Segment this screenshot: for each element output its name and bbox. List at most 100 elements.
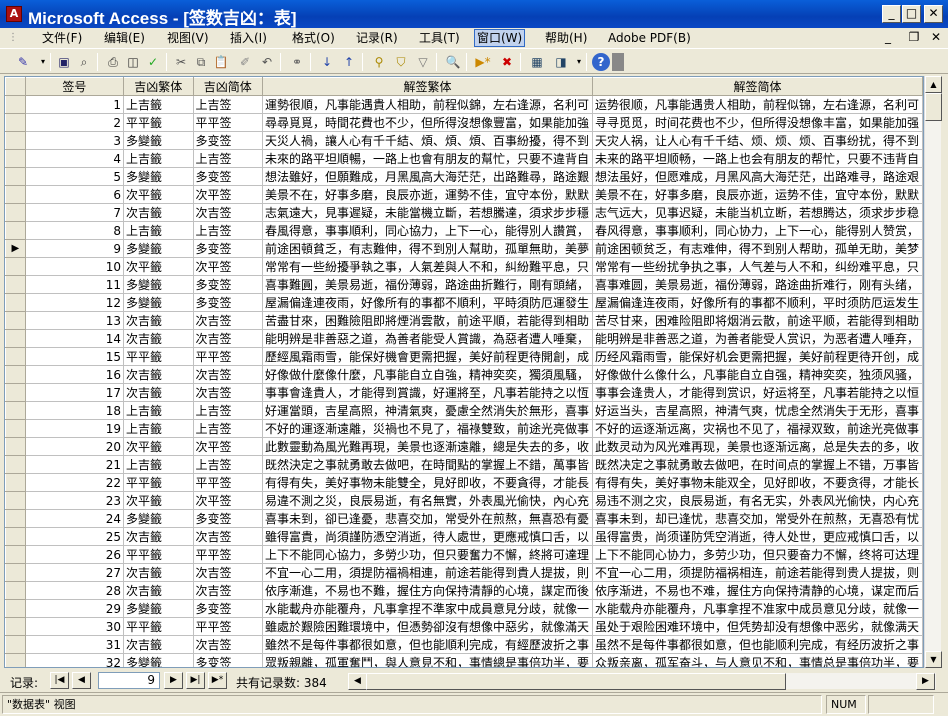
cell-fortune-simplified[interactable]: 上吉签 [193, 419, 264, 438]
cell-interpretation-traditional[interactable]: 想法雖好，但願難成，月黑風高大海茫茫，出路難尋，路途艱 [262, 167, 593, 186]
menu-edit[interactable]: 编辑(E) [102, 29, 147, 47]
current-record-field[interactable]: 9 [98, 672, 160, 689]
cell-number[interactable]: 26 [25, 545, 125, 564]
vertical-scrollbar[interactable]: ▲ ▼ [924, 76, 942, 668]
cell-fortune-simplified[interactable]: 平平签 [193, 473, 264, 492]
cell-fortune-simplified[interactable]: 多变签 [193, 293, 264, 312]
menu-adobe-pdf[interactable]: Adobe PDF(B) [606, 29, 693, 47]
cell-fortune-simplified[interactable]: 上吉签 [193, 221, 264, 240]
table-row[interactable]: 27 次吉籤 次吉签 不宜一心二用，須提防福禍相連，前途若能得到貴人提拔，則 不宜一心二… [5, 563, 923, 582]
cell-number[interactable]: 4 [25, 149, 125, 168]
cell-fortune-simplified[interactable]: 上吉签 [193, 455, 264, 474]
undo-icon[interactable]: ↶ [258, 53, 276, 71]
cell-interpretation-traditional[interactable]: 春風得意，事事順利，同心協力，上下一心，能得別人讚賞， [262, 221, 593, 240]
row-selector[interactable] [5, 599, 26, 618]
table-row[interactable]: 4 上吉籤 上吉签 未來的路平坦順暢，一路上也會有朋友的幫忙，只要不違背自 未来的路平坦… [5, 149, 923, 168]
cell-interpretation-simplified[interactable]: 上下不能同心协力，多劳少功，但只要奋力不懈，终将可达理 [592, 545, 923, 564]
row-selector[interactable] [5, 617, 26, 636]
cell-fortune-traditional[interactable]: 次吉籤 [123, 635, 194, 654]
cell-interpretation-simplified[interactable]: 能明辨是非善恶之道，为善者能受人赏识，为恶者遭人唾弃， [592, 329, 923, 348]
cell-number[interactable]: 12 [25, 293, 125, 312]
cell-interpretation-simplified[interactable]: 众叛亲离，孤军奋斗，与人意见不和，事情总是事倍功半，要 [592, 653, 923, 667]
cell-interpretation-traditional[interactable]: 常常有一些紛擾爭執之事，人氣差與人不和，糾紛難平息，只 [262, 257, 593, 276]
cell-number[interactable]: 27 [25, 563, 125, 582]
cell-number[interactable]: 28 [25, 581, 125, 600]
cell-number[interactable]: 16 [25, 365, 125, 384]
cell-fortune-traditional[interactable]: 次平籤 [123, 257, 194, 276]
filter-selection-icon[interactable]: ⚲ [370, 53, 388, 71]
row-selector[interactable] [5, 545, 26, 564]
table-row[interactable]: 26 平平籤 平平签 上下不能同心協力，多勞少功，但只要奮力不懈，終將可達理 上下不能同… [5, 545, 923, 564]
table-row[interactable]: 23 次平籤 次平签 易違不測之災，良辰易逝，有名無實，外表風光偷快，內心充 易违不测之… [5, 491, 923, 510]
cell-number[interactable]: 23 [25, 491, 125, 510]
new-record-nav-icon[interactable]: ▶* [208, 672, 227, 689]
cell-fortune-simplified[interactable]: 多变签 [193, 653, 264, 667]
menu-tools[interactable]: 工具(T) [417, 29, 462, 47]
table-row[interactable]: 2 平平籤 平平签 尋尋覓覓，時間花費也不少，但所得沒想像豐富，如果能加強 寻寻觅觅，时… [5, 113, 923, 132]
cell-interpretation-traditional[interactable]: 不好的運逐漸遠離，災禍也不見了，福祿雙致，前途光亮做事 [262, 419, 593, 438]
cell-fortune-traditional[interactable]: 平平籤 [123, 545, 194, 564]
cell-interpretation-simplified[interactable]: 屋漏偏逢连夜雨，好像所有的事都不顺利，平时须防厄运发生 [592, 293, 923, 312]
column-header-签号[interactable]: 签号 [24, 77, 125, 96]
cell-interpretation-simplified[interactable]: 未来的路平坦顺畅，一路上也会有朋友的帮忙，只要不违背自 [592, 149, 923, 168]
row-selector[interactable] [5, 491, 26, 510]
copy-icon[interactable]: ⧉ [192, 53, 210, 71]
cell-number[interactable]: 15 [25, 347, 125, 366]
cell-interpretation-traditional[interactable]: 苦盡甘來，困難險阻即將煙消雲散，前途平順，若能得到相助 [262, 311, 593, 330]
row-selector[interactable] [5, 653, 26, 667]
row-selector[interactable]: ▶ [5, 239, 26, 258]
cell-interpretation-traditional[interactable]: 屋漏偏逢連夜雨，好像所有的事都不順利，平時須防厄運發生 [262, 293, 593, 312]
cell-number[interactable]: 9 [25, 239, 125, 258]
row-selector[interactable] [5, 185, 26, 204]
cell-interpretation-simplified[interactable]: 寻寻觅觅，时间花费也不少，但所得没想像丰富，如果能加强 [592, 113, 923, 132]
cell-number[interactable]: 6 [25, 185, 125, 204]
cell-interpretation-simplified[interactable]: 春风得意，事事顺利，同心协力，上下一心，能得别人赞赏， [592, 221, 923, 240]
doc-restore-button[interactable]: ❐ [906, 30, 922, 44]
cell-fortune-simplified[interactable]: 多变签 [193, 131, 264, 150]
cell-fortune-traditional[interactable]: 上吉籤 [123, 221, 194, 240]
cell-interpretation-simplified[interactable]: 事事会逢贵人，才能得到赏识，好运将至，凡事若能持之以恒 [592, 383, 923, 402]
horizontal-scrollbar[interactable]: ◀ ▶ [348, 673, 936, 690]
cell-fortune-traditional[interactable]: 平平籤 [123, 113, 194, 132]
cell-interpretation-simplified[interactable]: 易违不测之灾，良辰易逝，有名无实，外表风光偷快，内心充 [592, 491, 923, 510]
table-row[interactable]: 30 平平籤 平平签 雖處於艱險困難環境中，但憑勢卻沒有想像中惡劣，就像滿天 虽处于艰险… [5, 617, 923, 636]
row-selector[interactable] [5, 347, 26, 366]
cell-interpretation-traditional[interactable]: 事事會逢貴人，才能得到賞識，好運將至，凡事若能持之以恆 [262, 383, 593, 402]
cell-fortune-traditional[interactable]: 次吉籤 [123, 527, 194, 546]
cell-interpretation-simplified[interactable]: 喜事未到，却已逢忧，悲喜交加，常受外在煎熬，无喜恐有忧 [592, 509, 923, 528]
row-selector[interactable] [5, 311, 26, 330]
cell-fortune-simplified[interactable]: 平平签 [193, 347, 264, 366]
cell-number[interactable]: 11 [25, 275, 125, 294]
cell-interpretation-simplified[interactable]: 喜事难圆，美景易逝，福份薄弱，路途曲折难行，刚有头绪， [592, 275, 923, 294]
table-row[interactable]: 11 多變籤 多变签 喜事難圓，美景易逝，福份薄弱，路途曲折難行，剛有頭緒， 喜事难圆，… [5, 275, 923, 294]
cut-icon[interactable]: ✂ [172, 53, 190, 71]
cell-fortune-traditional[interactable]: 次平籤 [123, 185, 194, 204]
cell-fortune-simplified[interactable]: 次平签 [193, 437, 264, 456]
preview-icon[interactable]: ◫ [124, 53, 142, 71]
cell-fortune-simplified[interactable]: 次平签 [193, 185, 264, 204]
cell-interpretation-traditional[interactable]: 志氣遠大，見事遲疑，未能當機立斷，若想騰達，須求步步穩 [262, 203, 593, 222]
row-selector[interactable] [5, 383, 26, 402]
menu-help[interactable]: 帮助(H) [543, 29, 589, 47]
save-icon[interactable]: ▣ [55, 53, 73, 71]
cell-number[interactable]: 3 [25, 131, 125, 150]
row-selector[interactable] [5, 329, 26, 348]
cell-fortune-traditional[interactable]: 上吉籤 [123, 419, 194, 438]
table-row[interactable]: 32 多變籤 多变签 眾叛親離，孤軍奮鬥，與人意見不和，事情總是事倍功半，要 众叛亲离，… [5, 653, 923, 667]
table-row[interactable]: 24 多變籤 多变签 喜事未到，卻已逢憂，悲喜交加，常受外在煎熬，無喜恐有憂 喜事未到，… [5, 509, 923, 528]
table-row[interactable]: 16 次吉籤 次吉签 好像做什麼像什麼，凡事能自立自強，精神奕奕，獨須風騷， 好像做什么… [5, 365, 923, 384]
cell-interpretation-traditional[interactable]: 有得有失，美好事物未能雙全，見好即收，不要貪得，才能長 [262, 473, 593, 492]
scroll-down-icon[interactable]: ▼ [925, 651, 942, 668]
cell-fortune-traditional[interactable]: 多變籤 [123, 239, 194, 258]
cell-fortune-traditional[interactable]: 上吉籤 [123, 401, 194, 420]
table-row[interactable]: 28 次吉籤 次吉签 依序漸進，不易也不難，握住方向保持清靜的心境，謀定而後 依序渐进，… [5, 581, 923, 600]
row-selector[interactable] [5, 509, 26, 528]
next-record-icon[interactable]: ▶ [164, 672, 183, 689]
cell-number[interactable]: 22 [25, 473, 125, 492]
column-header-解签繁体[interactable]: 解签繁体 [262, 77, 593, 96]
cell-interpretation-simplified[interactable]: 好运当头，吉星高照，神清气爽，忧虑全然消失于无形，喜事 [592, 401, 923, 420]
row-selector[interactable] [5, 293, 26, 312]
cell-interpretation-traditional[interactable]: 天災人禍，讓人心有千千結、煩、煩、煩、百事紛擾，得不到 [262, 131, 593, 150]
cell-fortune-traditional[interactable]: 多變籤 [123, 167, 194, 186]
row-selector[interactable] [5, 527, 26, 546]
